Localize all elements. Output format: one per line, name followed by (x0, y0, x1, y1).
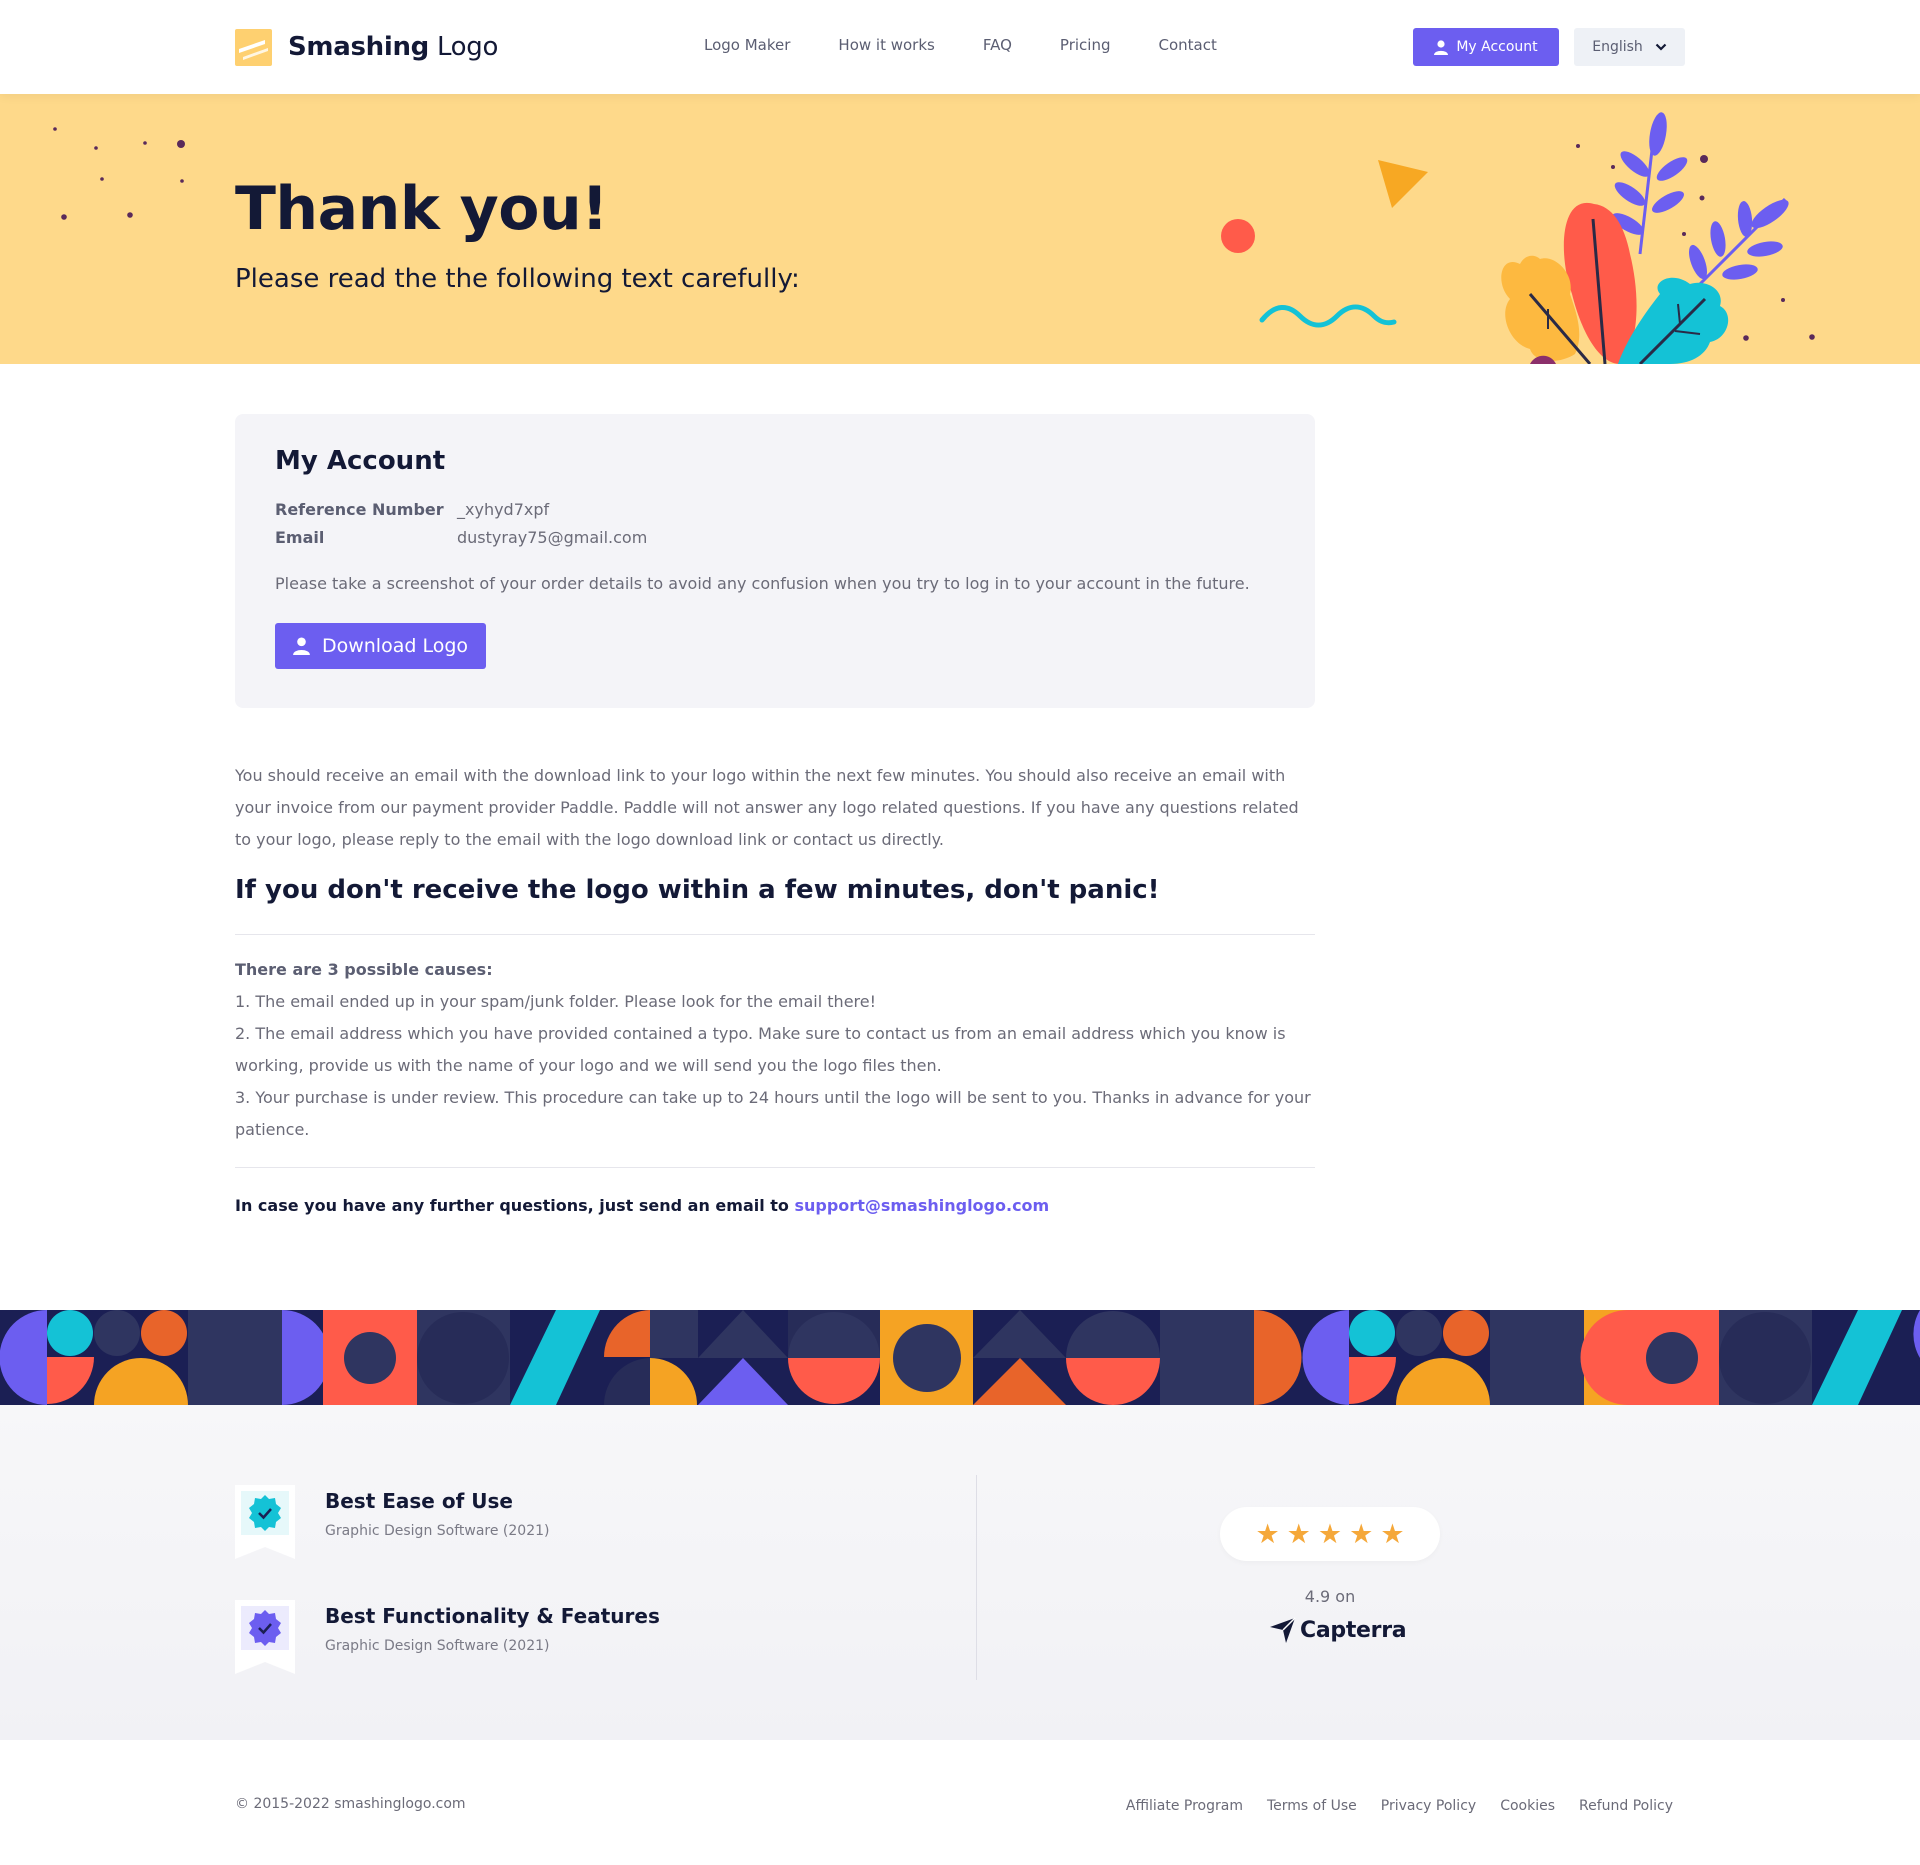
email-label: Email (275, 528, 325, 547)
nav-faq[interactable]: FAQ (983, 36, 1012, 54)
support-email-link[interactable]: support@smashinglogo.com (794, 1196, 1049, 1215)
footer-link-refund[interactable]: Refund Policy (1579, 1798, 1673, 1814)
footer-link-terms[interactable]: Terms of Use (1267, 1798, 1357, 1814)
capterra-name: Capterra (1300, 1617, 1407, 1643)
hero-banner: Thank you! Please read the the following… (0, 94, 1920, 364)
screenshot-note: Please take a screenshot of your order d… (275, 574, 1250, 593)
dont-panic-heading: If you don't receive the logo within a f… (235, 875, 1160, 905)
footer-link-cookies[interactable]: Cookies (1500, 1798, 1555, 1814)
star-icon: ★ (1255, 1518, 1280, 1550)
star-icon: ★ (1380, 1518, 1405, 1550)
contact-text: In case you have any further questions, … (235, 1196, 795, 1215)
star-rating: ★ ★ ★ ★ ★ (1220, 1507, 1440, 1561)
brand-logo[interactable]: Smashing Logo (235, 28, 498, 66)
footer-link-affiliate[interactable]: Affiliate Program (1126, 1798, 1243, 1814)
email-row: Email dustyray75@gmail.com (275, 528, 647, 547)
language-label: English (1592, 39, 1643, 55)
divider (235, 1167, 1315, 1168)
star-icon: ★ (1349, 1518, 1374, 1550)
user-icon (293, 637, 310, 655)
check-badge-icon (235, 1600, 295, 1674)
page-title: Thank you! (235, 174, 609, 244)
award-ease-of-use: Best Ease of Use Graphic Design Software… (235, 1485, 550, 1559)
award-functionality: Best Functionality & Features Graphic De… (235, 1600, 660, 1674)
cause-item: 2. The email address which you have prov… (235, 1024, 1286, 1075)
causes-list: There are 3 possible causes: 1. The emai… (235, 954, 1315, 1146)
award-subtitle: Graphic Design Software (2021) (325, 1638, 550, 1654)
main-nav: Logo Maker How it works FAQ Pricing Cont… (704, 36, 1265, 54)
my-account-button[interactable]: My Account (1413, 28, 1559, 66)
my-account-label: My Account (1456, 39, 1538, 55)
language-select[interactable]: English (1574, 28, 1685, 66)
contact-line: In case you have any further questions, … (235, 1196, 1049, 1215)
user-icon (1434, 39, 1449, 55)
copyright: © 2015-2022 smashinglogo.com (235, 1796, 466, 1812)
chevron-down-icon (1655, 43, 1667, 51)
site-header: Smashing Logo Logo Maker How it works FA… (0, 0, 1920, 94)
award-title: Best Functionality & Features (325, 1604, 660, 1628)
cause-item: 3. Your purchase is under review. This p… (235, 1088, 1311, 1139)
logo-mark-icon (235, 28, 272, 66)
reference-label: Reference Number (275, 500, 444, 519)
star-icon: ★ (1286, 1518, 1311, 1550)
brand-name: Smashing Logo (288, 32, 499, 62)
awards-section: Best Ease of Use Graphic Design Software… (0, 1405, 1920, 1740)
email-value: dustyray75@gmail.com (457, 528, 648, 547)
nav-logo-maker[interactable]: Logo Maker (704, 36, 790, 54)
nav-pricing[interactable]: Pricing (1060, 36, 1111, 54)
nav-how-it-works[interactable]: How it works (838, 36, 934, 54)
check-badge-icon (235, 1485, 295, 1559)
award-subtitle: Graphic Design Software (2021) (325, 1523, 550, 1539)
nav-contact[interactable]: Contact (1158, 36, 1216, 54)
capterra-logo[interactable]: Capterra (1270, 1617, 1407, 1643)
capterra-arrow-icon (1270, 1617, 1296, 1643)
footer-links: Affiliate Program Terms of Use Privacy P… (1126, 1798, 1673, 1814)
awards-divider (976, 1475, 977, 1680)
cause-item: 1. The email ended up in your spam/junk … (235, 992, 877, 1011)
rating-text: 4.9 on (1304, 1587, 1356, 1606)
account-panel: My Account Reference Number _xyhyd7xpf Em… (235, 414, 1315, 708)
award-title: Best Ease of Use (325, 1489, 513, 1513)
footer-link-privacy[interactable]: Privacy Policy (1381, 1798, 1476, 1814)
reference-value: _xyhyd7xpf (457, 500, 550, 519)
reference-row: Reference Number _xyhyd7xpf (275, 500, 549, 519)
account-title: My Account (275, 446, 446, 476)
causes-lead: There are 3 possible causes: (235, 960, 493, 979)
info-paragraph: You should receive an email with the dow… (235, 766, 1299, 849)
page-subtitle: Please read the the following text caref… (235, 264, 800, 294)
decorative-pattern-strip (0, 1310, 1920, 1405)
divider (235, 934, 1315, 935)
download-logo-label: Download Logo (321, 635, 469, 657)
download-logo-button[interactable]: Download Logo (275, 623, 486, 669)
star-icon: ★ (1317, 1518, 1343, 1550)
